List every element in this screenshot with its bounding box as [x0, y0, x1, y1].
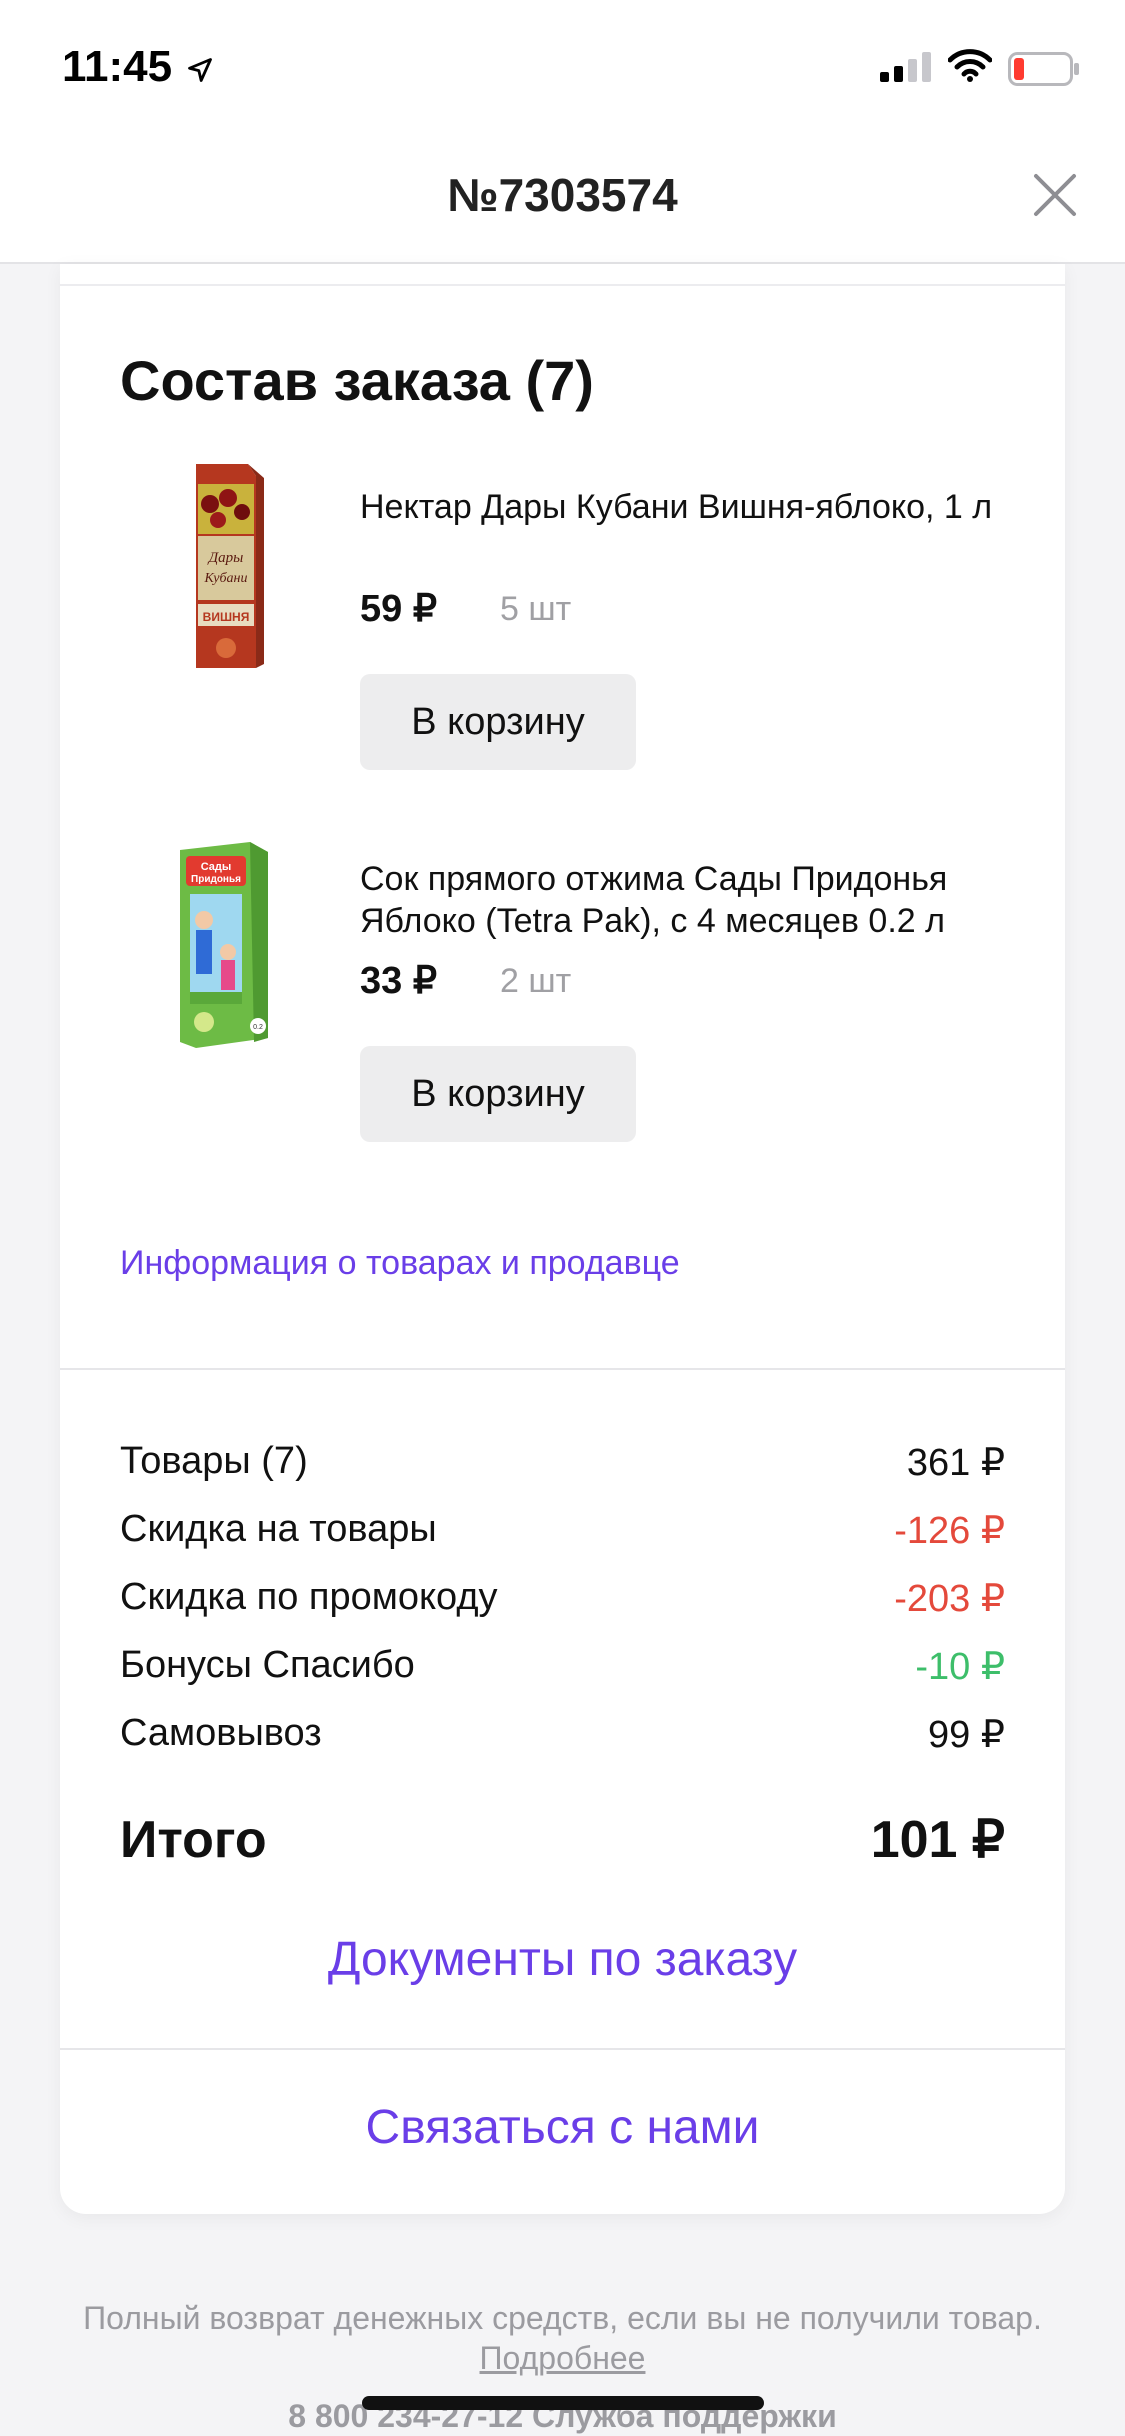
total-value: 101 ₽	[870, 1811, 1005, 1869]
signal-icon	[880, 52, 931, 82]
status-time: 11:45	[62, 42, 173, 91]
summary-value: -203 ₽	[894, 1578, 1005, 1620]
svg-text:ВИШНЯ: ВИШНЯ	[203, 610, 250, 624]
product-image-juice[interactable]: Сады Придонья 0.2	[176, 842, 272, 1048]
close-icon[interactable]	[1032, 172, 1078, 218]
summary-row-discount: Скидка на товары -126 ₽	[120, 1508, 1005, 1558]
nav-bar: №7303574	[0, 140, 1125, 264]
refund-note-text: Полный возврат денежных средств, если вы…	[83, 2300, 1042, 2336]
add-to-cart-button[interactable]: В корзину	[360, 1046, 636, 1142]
wifi-icon	[948, 49, 992, 82]
svg-text:Придонья: Придонья	[191, 874, 241, 885]
summary-row-goods: Товары (7) 361 ₽	[120, 1440, 1005, 1490]
summary-value: -10 ₽	[915, 1646, 1005, 1688]
status-bar: 11:45	[0, 0, 1125, 140]
summary-label: Самовывоз	[120, 1712, 322, 1754]
order-composition-title: Состав заказа (7)	[120, 349, 594, 412]
section-divider	[60, 2048, 1065, 2050]
order-card: Состав заказа (7) Дары Кубани ВИШНЯ Нект…	[60, 264, 1065, 2214]
item-name[interactable]: Сок прямого отжима Сады Придонья Яблоко …	[360, 858, 1020, 942]
total-label: Итого	[120, 1811, 267, 1869]
battery-low-icon	[1008, 52, 1079, 86]
summary-row-promo: Скидка по промокоду -203 ₽	[120, 1576, 1005, 1626]
product-image-nectar[interactable]: Дары Кубани ВИШНЯ	[188, 464, 264, 674]
summary-total-row: Итого 101 ₽	[120, 1810, 1005, 1880]
svg-text:0.2: 0.2	[253, 1024, 263, 1031]
summary-label: Бонусы Спасибо	[120, 1644, 415, 1686]
summary-label: Скидка на товары	[120, 1508, 437, 1550]
item-quantity: 5 шт	[500, 590, 572, 628]
product-seller-info-link[interactable]: Информация о товарах и продавце	[120, 1244, 680, 1283]
item-name[interactable]: Нектар Дары Кубани Вишня-яблоко, 1 л	[360, 486, 1020, 528]
home-indicator[interactable]	[362, 2396, 764, 2410]
order-number-title: №7303574	[447, 169, 678, 221]
item-quantity: 2 шт	[500, 962, 572, 1000]
item-price: 59 ₽	[360, 588, 438, 630]
refund-more-link[interactable]: Подробнее	[480, 2340, 646, 2376]
order-documents-link[interactable]: Документы по заказу	[60, 1932, 1065, 1987]
summary-label: Скидка по промокоду	[120, 1576, 498, 1618]
summary-label: Товары (7)	[120, 1440, 308, 1482]
section-divider	[60, 1368, 1065, 1370]
summary-row-pickup: Самовывоз 99 ₽	[120, 1712, 1005, 1762]
item-price: 33 ₽	[360, 960, 438, 1002]
svg-text:Дары: Дары	[207, 550, 244, 566]
summary-value: -126 ₽	[894, 1510, 1005, 1552]
contact-us-link[interactable]: Связаться с нами	[60, 2100, 1065, 2155]
summary-value: 99 ₽	[927, 1714, 1005, 1756]
add-to-cart-button[interactable]: В корзину	[360, 674, 636, 770]
card-divider-top	[60, 284, 1065, 286]
summary-value: 361 ₽	[906, 1442, 1005, 1484]
refund-note: Полный возврат денежных средств, если вы…	[60, 2298, 1065, 2378]
location-arrow-icon	[188, 58, 212, 82]
summary-row-bonus: Бонусы Спасибо -10 ₽	[120, 1644, 1005, 1694]
svg-text:Кубани: Кубани	[204, 571, 248, 586]
svg-text:Сады: Сады	[201, 861, 232, 873]
